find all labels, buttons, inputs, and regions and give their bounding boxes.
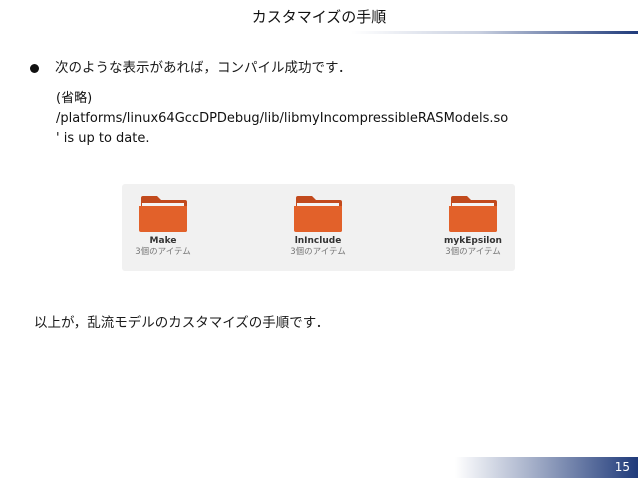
title-underline [0,31,638,34]
slide-title: カスタマイズの手順 [251,8,387,26]
bullet-dot-icon [30,63,39,73]
file-browser-panel: Make 3個のアイテム lnInclude 3個のアイテム mykEpsilo… [122,184,515,271]
folder-item-count: 3個のアイテム [135,247,191,257]
output-line: (省略) [56,91,93,106]
page-number: 15 [614,460,630,474]
bullet-item: 次のような表示があれば，コンパイル成功です． [30,59,351,77]
folder-item-count: 3個のアイテム [445,247,501,257]
folder-item-mykepsilon[interactable]: mykEpsilon 3個のアイテム [433,192,513,258]
folder-icon [139,196,187,232]
folder-item-count: 3個のアイテム [290,247,346,257]
footer-bar [455,457,638,478]
folder-icon [294,196,342,232]
output-line: /platforms/linux64GccDPDebug/lib/libmyIn… [56,111,509,126]
folder-item-lninclude[interactable]: lnInclude 3個のアイテム [278,192,358,258]
bullet-text: 次のような表示があれば，コンパイル成功です． [55,60,352,76]
folder-name: lnInclude [294,236,342,246]
folder-item-make[interactable]: Make 3個のアイテム [123,192,203,258]
folder-name: Make [149,236,177,246]
output-line: ' is up to date. [56,131,150,146]
folder-icon [449,196,497,232]
summary-text: 以上が，乱流モデルのカスタマイズの手順です． [34,315,330,331]
folder-name: mykEpsilon [444,236,502,246]
compile-output: (省略) /platforms/linux64GccDPDebug/lib/li… [56,89,626,149]
